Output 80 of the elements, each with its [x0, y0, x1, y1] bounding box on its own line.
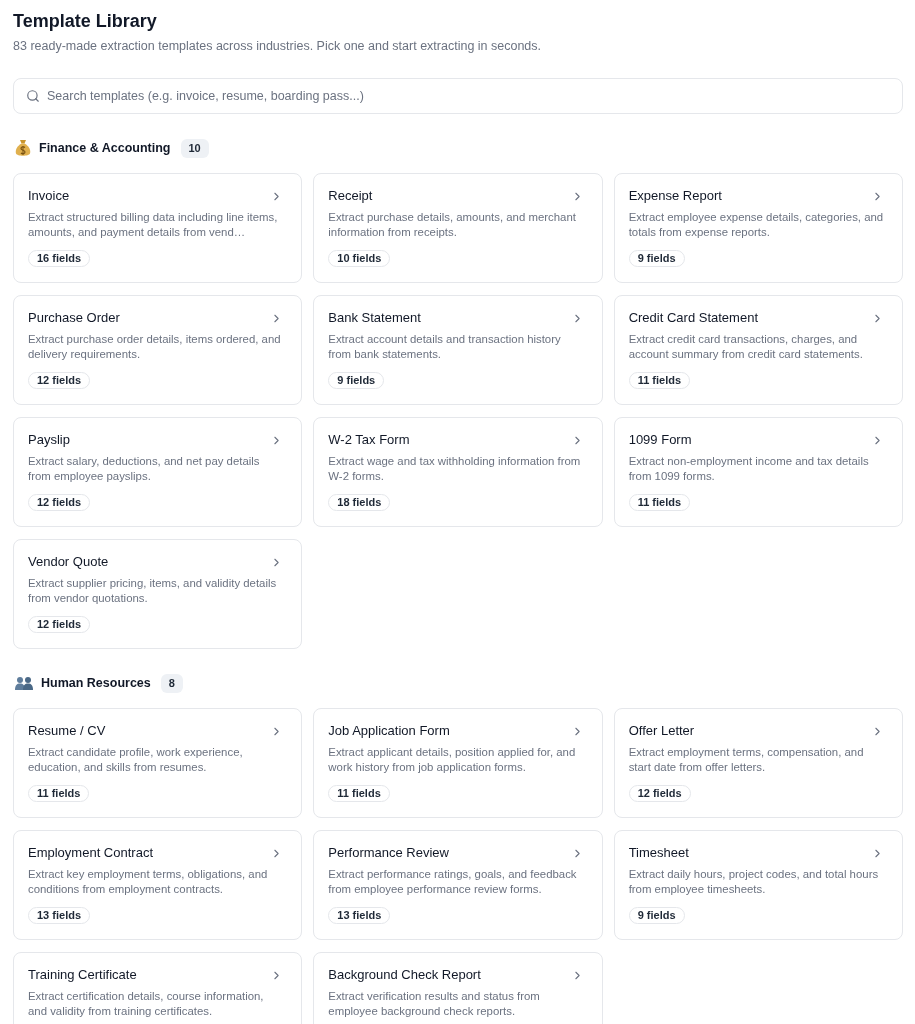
template-title: Resume / CV	[28, 722, 106, 740]
template-title: Bank Statement	[328, 309, 421, 327]
template-card[interactable]: 1099 Form Extract non-employment income and tax details from 1099 forms. 11 fields	[613, 417, 903, 527]
template-card[interactable]: Vendor Quote Extract supplier pricing, items, and validity details from vendor quotations. 12 fields	[13, 539, 303, 649]
template-description: Extract daily hours, project codes, and total hours from employee timesheets.	[628, 867, 880, 897]
template-card[interactable]: Performance Review Extract performance ratings, goals, and feedback from employee performance review forms. 13 fields	[313, 830, 603, 940]
template-card[interactable]: Background Check Report Extract verification results and status from employee background check reports.	[313, 952, 603, 1024]
template-description: Extract structured billing data including line items, amounts, and payment details from vend…	[28, 210, 279, 240]
template-title: Invoice	[28, 187, 70, 205]
template-title: Offer Letter	[628, 722, 695, 740]
field-count: 18 fields	[328, 494, 391, 511]
page-subtitle: 83 ready-made extraction templates across industries. Pick one and start extracting in seconds.	[13, 38, 543, 55]
field-count: 12 fields	[628, 785, 691, 802]
template-card[interactable]: Bank Statement Extract account details and transaction history from bank statements. 9 fields	[313, 295, 603, 405]
template-description: Extract non-employment income and tax details from 1099 forms.	[628, 454, 870, 484]
template-description: Extract candidate profile, work experience, education, and skills from resumes.	[28, 745, 244, 775]
field-count: 11 fields	[628, 372, 691, 389]
field-count: 16 fields	[28, 250, 91, 267]
field-count: 9 fields	[628, 250, 685, 267]
template-card[interactable]: Training Certificate Extract certification details, course information, and validity from training certificates.	[13, 952, 303, 1024]
template-title: Expense Report	[628, 187, 722, 205]
template-card[interactable]: Expense Report Extract employee expense details, categories, and totals from expense reports. 9 fields	[613, 173, 903, 283]
money-bag-icon	[15, 139, 31, 157]
template-card[interactable]: Resume / CV Extract candidate profile, work experience, education, and skills from resumes. 11 fields	[13, 708, 303, 818]
template-description: Extract performance ratings, goals, and feedback from employee performance review forms.	[328, 867, 578, 897]
template-description: Extract key employment terms, obligations, and conditions from employment contracts.	[28, 867, 269, 897]
template-description: Extract supplier pricing, items, and validity details from vendor quotations.	[28, 576, 278, 606]
template-card[interactable]: Purchase Order Extract purchase order details, items ordered, and delivery requirements. 12 fields	[13, 295, 303, 405]
template-card[interactable]: W-2 Tax Form Extract wage and tax withholding information from W-2 forms. 18 fields	[313, 417, 603, 527]
field-count: 11 fields	[328, 785, 390, 802]
template-description: Extract employment terms, compensation, and start date from offer letters.	[628, 745, 865, 775]
template-title: Purchase Order	[28, 309, 120, 327]
template-description: Extract certification details, course information, and validity from training certificates.	[28, 989, 265, 1019]
section-count: 8	[160, 673, 183, 693]
field-count: 13 fields	[328, 907, 391, 924]
template-card[interactable]: Payslip Extract salary, deductions, and net pay details from employee payslips. 12 fields	[13, 417, 303, 527]
field-count: 9 fields	[328, 372, 385, 389]
template-description: Extract employee expense details, categories, and totals from expense reports.	[628, 210, 885, 240]
template-title: Employment Contract	[28, 844, 153, 862]
template-card[interactable]: Invoice Extract structured billing data including line items, amounts, and payment details from vend… 16 fields	[13, 173, 303, 283]
field-count: 13 fields	[28, 907, 91, 924]
search-field[interactable]: Search templates (e.g. invoice, resume, boarding pass...)	[13, 78, 903, 114]
template-description: Extract purchase order details, items ordered, and delivery requirements.	[28, 332, 282, 362]
template-title: Training Certificate	[28, 966, 137, 984]
template-description: Extract verification results and status from employee background check reports.	[328, 989, 541, 1019]
template-title: Timesheet	[628, 844, 689, 862]
field-count: 10 fields	[328, 250, 391, 267]
template-description: Extract credit card transactions, charges, and account summary from credit card statements.	[628, 332, 864, 362]
template-description: Extract purchase details, amounts, and merchant information from receipts.	[328, 210, 577, 240]
field-count: 11 fields	[628, 494, 691, 511]
template-title: 1099 Form	[628, 431, 692, 449]
section-title: Finance & Accounting	[39, 139, 171, 157]
template-description: Extract salary, deductions, and net pay details from employee payslips.	[28, 454, 261, 484]
section-title: Human Resources	[41, 674, 151, 692]
people-icon	[15, 676, 33, 690]
template-description: Extract wage and tax withholding information from W-2 forms.	[328, 454, 582, 484]
section-count: 10	[180, 138, 209, 158]
search-icon	[26, 89, 40, 103]
template-title: Background Check Report	[328, 966, 481, 984]
template-card[interactable]: Job Application Form Extract applicant details, position applied for, and work history from job application forms. 11 fields	[313, 708, 603, 818]
template-card[interactable]: Employment Contract Extract key employment terms, obligations, and conditions from employment contracts. 13 fields	[13, 830, 303, 940]
field-count: 12 fields	[28, 372, 91, 389]
template-title: Performance Review	[328, 844, 449, 862]
template-card[interactable]: Credit Card Statement Extract credit card transactions, charges, and account summary from credit card statements. 11 fields	[613, 295, 903, 405]
template-title: Credit Card Statement	[628, 309, 758, 327]
field-count: 9 fields	[628, 907, 685, 924]
template-description: Extract applicant details, position applied for, and work history from job application forms.	[328, 745, 577, 775]
field-count: 11 fields	[28, 785, 90, 802]
template-card[interactable]: Receipt Extract purchase details, amounts, and merchant information from receipts. 10 fields	[313, 173, 603, 283]
template-title: W-2 Tax Form	[328, 431, 410, 449]
template-title: Job Application Form	[328, 722, 450, 740]
field-count: 12 fields	[28, 616, 91, 633]
template-title: Payslip	[28, 431, 70, 449]
template-card[interactable]: Offer Letter Extract employment terms, compensation, and start date from offer letters. 12 fields	[613, 708, 903, 818]
template-card[interactable]: Timesheet Extract daily hours, project codes, and total hours from employee timesheets. 9 fields	[613, 830, 903, 940]
field-count: 12 fields	[28, 494, 91, 511]
template-description: Extract account details and transaction history from bank statements.	[328, 332, 562, 362]
template-title: Receipt	[328, 187, 373, 205]
page-title: Template Library	[13, 10, 158, 33]
template-title: Vendor Quote	[28, 553, 109, 571]
